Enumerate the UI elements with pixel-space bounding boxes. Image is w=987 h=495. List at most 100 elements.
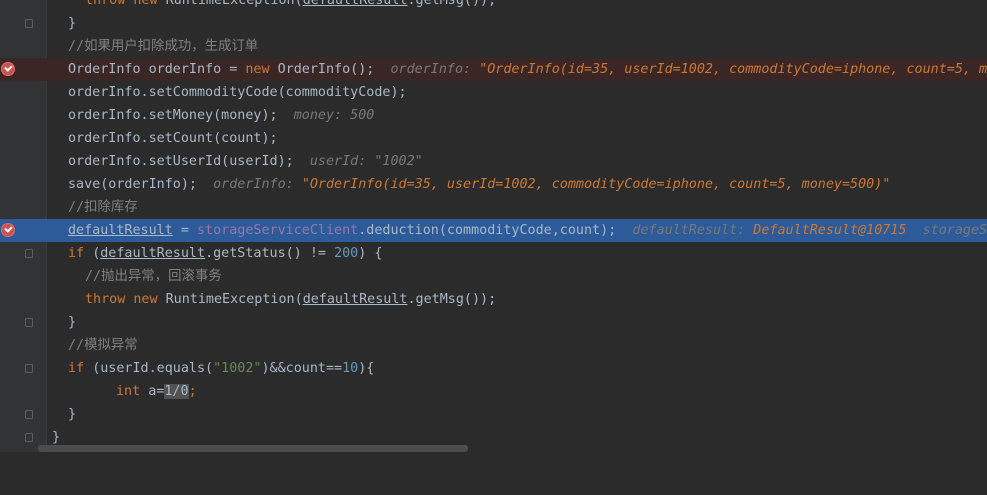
code-line-l16[interactable]: if (userId.equals("1002")&&count==10){	[0, 357, 987, 380]
token: .getMsg());	[407, 0, 497, 8]
code-line-l11[interactable]: if (defaultResult.getStatus() != 200) {	[0, 242, 987, 265]
code-line-l12[interactable]: //抛出异常，回滚事务	[0, 265, 987, 288]
token: throw new	[85, 292, 166, 307]
token: RuntimeException(	[165, 0, 303, 8]
token: //抛出异常，回滚事务	[85, 269, 222, 284]
inline-var-value: DefaultResult@10715	[753, 223, 907, 238]
fold-marker-icon[interactable]	[25, 318, 33, 327]
code-line-l7[interactable]: orderInfo.setUserId(userId); userId: "10…	[0, 150, 987, 173]
token: 200	[334, 246, 359, 261]
code-text: throw new RuntimeException(defaultResult…	[85, 0, 496, 12]
code-line-l15[interactable]: //模拟异常	[0, 334, 987, 357]
code-editor[interactable]: throw new RuntimeException(defaultResult…	[0, 0, 987, 456]
token: orderInfo.setCount(count);	[68, 131, 278, 146]
token: )&&count==	[261, 361, 343, 376]
token: if	[68, 361, 93, 376]
code-text: OrderInfo orderInfo = new OrderInfo(); o…	[68, 58, 987, 81]
token: }	[68, 315, 77, 330]
editor-bottom-edge	[0, 452, 987, 456]
token: ) {	[358, 246, 383, 261]
token: (userId.equals(	[92, 361, 214, 376]
code-text: orderInfo.setMoney(money); money: 500	[68, 104, 374, 127]
horizontal-scrollbar[interactable]	[38, 445, 468, 452]
inline-var-name: defaultResult:	[632, 223, 746, 238]
code-text: defaultResult = storageServiceClient.ded…	[68, 219, 987, 242]
code-text: orderInfo.setUserId(userId); userId: "10…	[68, 150, 423, 173]
token: 10	[342, 361, 359, 376]
code-line-l3[interactable]: OrderInfo orderInfo = new OrderInfo(); o…	[0, 58, 987, 81]
code-line-l17[interactable]: int a=1/0;	[0, 380, 987, 403]
code-text: orderInfo.setCount(count);	[68, 127, 278, 150]
code-text: }	[68, 311, 76, 334]
token: RuntimeException(	[165, 292, 303, 307]
code-line-l9[interactable]: //扣除库存	[0, 196, 987, 219]
code-line-l10-current[interactable]: defaultResult = storageServiceClient.ded…	[0, 219, 987, 242]
token: new	[245, 62, 278, 77]
code-text: }	[68, 12, 76, 35]
token: int	[116, 384, 149, 399]
token: //模拟异常	[68, 338, 138, 353]
token: orderInfo.setCommodityCode(commodityCode…	[68, 85, 407, 100]
token: "1002"	[213, 361, 262, 376]
token: .deduction(commodityCode,count);	[358, 223, 617, 238]
code-line-l18[interactable]: }	[0, 403, 987, 426]
code-line-l4[interactable]: orderInfo.setCommodityCode(commodityCode…	[0, 81, 987, 104]
fold-marker-icon[interactable]	[25, 249, 33, 258]
code-text: throw new RuntimeException(defaultResult…	[85, 288, 496, 311]
token: .getStatus() !=	[205, 246, 335, 261]
inline-debug-value[interactable]: userId: "1002"	[294, 154, 423, 169]
token: }	[68, 16, 77, 31]
breakpoint-icon[interactable]	[1, 62, 15, 76]
token: storageServiceClient	[197, 223, 359, 238]
code-line-l6[interactable]: orderInfo.setCount(count);	[0, 127, 987, 150]
inline-var-value: 500	[350, 108, 375, 123]
token: defaultResult	[68, 223, 173, 238]
breakpoint-icon[interactable]	[1, 223, 15, 237]
inline-var-name: orderInfo:	[390, 62, 472, 77]
token: throw new	[85, 0, 166, 8]
code-line-l0[interactable]: throw new RuntimeException(defaultResult…	[0, 0, 987, 12]
token: OrderInfo();	[277, 62, 375, 77]
token: ;	[188, 384, 197, 399]
code-line-l1[interactable]: }	[0, 12, 987, 35]
fold-marker-icon[interactable]	[25, 364, 33, 373]
token: }	[52, 430, 61, 445]
inline-var-name: userId:	[309, 154, 367, 169]
token: orderInfo.setUserId(userId);	[68, 154, 294, 169]
code-text: if (userId.equals("1002")&&count==10){	[68, 357, 374, 380]
inline-debug-value[interactable]: defaultResult: DefaultResult@10715 stora…	[616, 223, 987, 238]
token: defaultResult	[302, 292, 408, 307]
inline-var-value: "1002"	[374, 154, 423, 169]
inline-debug-value[interactable]: money: 500	[278, 108, 375, 123]
code-line-l13[interactable]: throw new RuntimeException(defaultResult…	[0, 288, 987, 311]
inline-var-name: orderInfo:	[213, 177, 294, 192]
code-line-l8[interactable]: save(orderInfo); orderInfo: "OrderInfo(i…	[0, 173, 987, 196]
inline-var-name: money:	[293, 108, 343, 123]
code-text: }	[68, 403, 76, 426]
token: .getMsg());	[407, 292, 497, 307]
token: if	[68, 246, 93, 261]
fold-marker-icon[interactable]	[25, 19, 33, 28]
code-line-l14[interactable]: }	[0, 311, 987, 334]
fold-marker-icon[interactable]	[25, 410, 33, 419]
token: save(orderInfo);	[68, 177, 197, 192]
inline-debug-value[interactable]: orderInfo: "OrderInfo(id=35, userId=1002…	[197, 177, 890, 192]
code-line-l2[interactable]: //如果用户扣除成功，生成订单	[0, 35, 987, 58]
inline-debug-value[interactable]: orderInfo: "OrderInfo(id=35, userId=1002…	[374, 62, 987, 77]
token: 1/0	[164, 384, 189, 399]
inline-var-name: storageSe	[922, 223, 987, 238]
inline-var-value: "OrderInfo(id=35, userId=1002, commodity…	[301, 177, 891, 192]
code-line-l5[interactable]: orderInfo.setMoney(money); money: 500	[0, 104, 987, 127]
token: //如果用户扣除成功，生成订单	[68, 39, 259, 54]
token: =	[172, 223, 197, 238]
token: //扣除库存	[68, 200, 138, 215]
inline-var-value: "OrderInfo(id=35, userId=1002, commodity…	[479, 62, 987, 77]
token: OrderInfo orderInfo =	[68, 62, 246, 77]
token: defaultResult	[302, 0, 408, 8]
token: }	[68, 407, 77, 422]
code-comment: //如果用户扣除成功，生成订单	[68, 35, 258, 58]
token: a=	[148, 384, 165, 399]
code-text: save(orderInfo); orderInfo: "OrderInfo(i…	[68, 173, 890, 196]
fold-marker-icon[interactable]	[25, 433, 33, 442]
code-text: int a=1/0;	[116, 380, 197, 403]
